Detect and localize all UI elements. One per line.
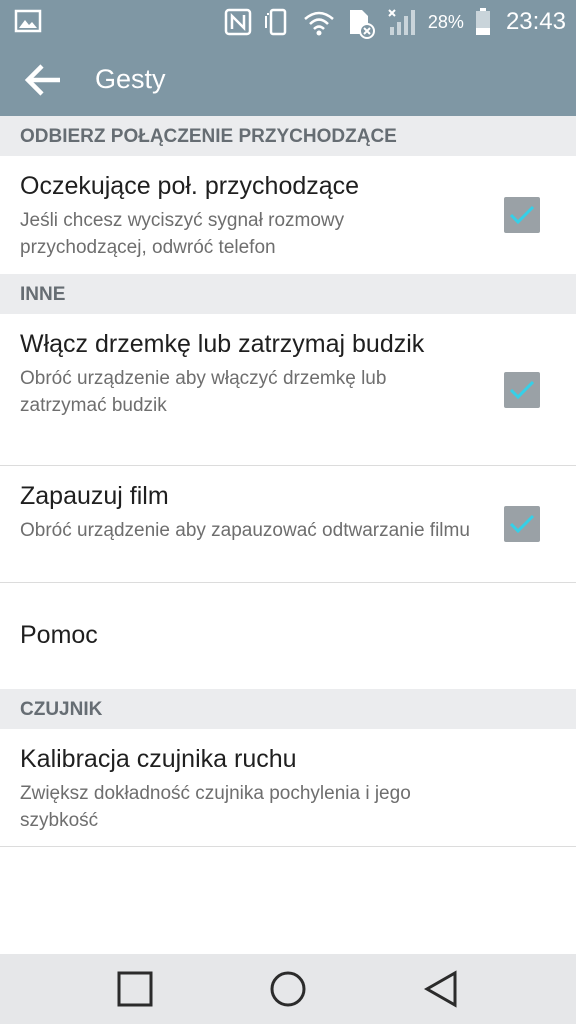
recent-apps-icon [117, 971, 153, 1007]
pref-summary: Zwiększ dokładność czujnika pochylenia i… [20, 783, 411, 831]
status-icons: 28% 23:43 [224, 0, 566, 44]
vibrate-icon [262, 7, 292, 37]
pref-title: Włącz drzemkę lub zatrzymaj budzik [20, 330, 425, 358]
app-bar: Gesty [0, 44, 576, 116]
home-button[interactable] [264, 965, 312, 1013]
section-header-other: INNE [0, 274, 576, 314]
checkmark-icon [509, 514, 535, 534]
pref-summary: Jeśli chcesz wyciszyć sygnał rozmowy prz… [20, 210, 345, 258]
section-header-sensor: CZUJNIK [0, 689, 576, 729]
pref-checkbox[interactable] [504, 371, 540, 408]
pref-waiting-call[interactable]: Oczekujące poł. przychodzące Jeśli chces… [0, 156, 576, 274]
settings-list: ODBIERZ POŁĄCZENIE PRZYCHODZĄCE Oczekują… [0, 116, 576, 847]
wifi-icon [302, 7, 336, 37]
screen: 28% 23:43 Gesty ODBIERZ POŁĄCZENIE PRZYC… [0, 0, 576, 1024]
home-icon [270, 971, 306, 1007]
battery-icon [474, 7, 492, 37]
pref-snooze-alarm[interactable]: Włącz drzemkę lub zatrzymaj budzik Obróć… [0, 314, 576, 466]
pref-title: Oczekujące poł. przychodzące [20, 172, 360, 200]
pref-checkbox[interactable] [504, 506, 540, 542]
battery-percent: 28% [427, 11, 464, 32]
pref-help[interactable]: Pomoc [0, 583, 576, 689]
nfc-icon [224, 7, 252, 37]
back-button[interactable] [18, 56, 70, 104]
nav-back-button[interactable] [417, 965, 465, 1013]
navigation-bar [0, 954, 576, 1024]
pref-checkbox[interactable] [504, 197, 540, 233]
gallery-icon [14, 8, 42, 34]
signal-icon [386, 7, 418, 37]
status-bar: 28% 23:43 [0, 0, 576, 44]
checkmark-icon [509, 205, 535, 225]
recent-apps-button[interactable] [111, 965, 159, 1013]
page-title: Gesty [95, 64, 166, 94]
clock: 23:43 [505, 8, 566, 35]
back-triangle-icon [423, 970, 457, 1008]
pref-motion-calibration[interactable]: Kalibracja czujnika ruchu Zwiększ dokład… [0, 729, 576, 847]
pref-summary: Obróć urządzenie aby zapauzować odtwarza… [20, 520, 470, 541]
sim-error-icon [346, 7, 376, 39]
pref-pause-video[interactable]: Zapauzuj film Obróć urządzenie aby zapau… [0, 466, 576, 583]
pref-title: Zapauzuj film [20, 482, 169, 510]
pref-summary: Obróć urządzenie aby włączyć drzemkę lub… [20, 368, 387, 416]
checkmark-icon [509, 380, 535, 399]
pref-title: Pomoc [20, 621, 98, 649]
arrow-left-icon [24, 64, 60, 96]
pref-title: Kalibracja czujnika ruchu [20, 745, 297, 773]
section-header-incoming: ODBIERZ POŁĄCZENIE PRZYCHODZĄCE [0, 116, 576, 156]
